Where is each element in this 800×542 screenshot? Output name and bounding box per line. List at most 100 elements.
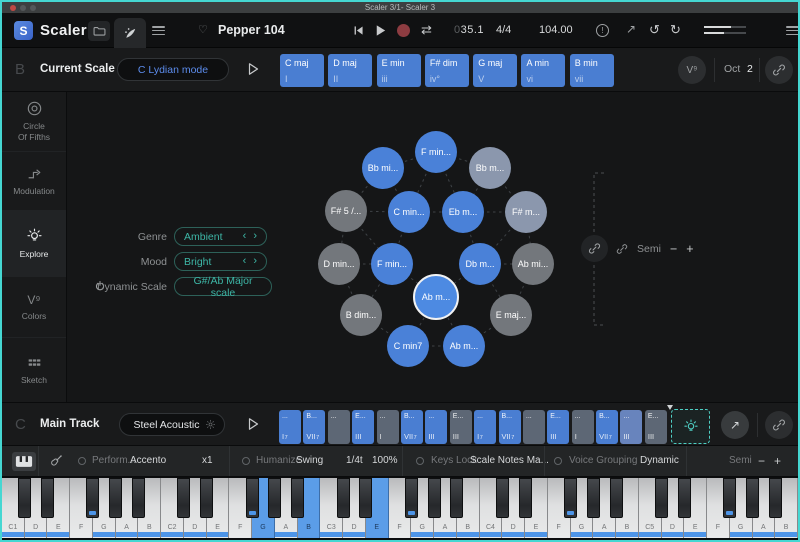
piano-black-key[interactable] xyxy=(86,478,99,518)
track-chord-slot[interactable]: B...VII7 xyxy=(303,410,325,444)
close-window-icon[interactable] xyxy=(10,5,16,11)
sidebar-item-colors[interactable]: V⁹ Colors xyxy=(2,277,66,338)
track-chord-slot[interactable]: B...VII7 xyxy=(596,410,618,444)
keys-lock-value[interactable]: Scale Notes Ma... xyxy=(470,446,549,476)
semi-plus-button[interactable]: + xyxy=(686,242,693,256)
track-chord-slot[interactable]: ...III xyxy=(425,410,447,444)
track-chord-slot[interactable]: E...III xyxy=(645,410,667,444)
scale-name-input[interactable]: C Lydian mode xyxy=(117,58,229,81)
track-chord-slot[interactable]: ...I xyxy=(572,410,594,444)
chord-node[interactable]: B dim... xyxy=(340,294,382,336)
humanize-amount[interactable]: 100% xyxy=(372,446,398,476)
chord-node[interactable]: Ab mi... xyxy=(512,243,554,285)
track-chord-slot[interactable]: E...III xyxy=(547,410,569,444)
genre-prev-icon[interactable]: ‹ xyxy=(243,228,247,245)
genre-select[interactable]: Ambient ‹ › xyxy=(174,227,267,246)
chord-node[interactable]: F min... xyxy=(415,131,457,173)
mood-prev-icon[interactable]: ‹ xyxy=(243,253,247,270)
piano-black-key[interactable] xyxy=(769,478,782,518)
perform-mult[interactable]: x1 xyxy=(202,446,213,476)
voice-grouping-value[interactable]: Dynamic xyxy=(640,446,679,476)
record-button[interactable] xyxy=(397,24,410,37)
sidebar-item-sketch[interactable]: Sketch xyxy=(2,338,66,401)
piano-black-key[interactable] xyxy=(564,478,577,518)
track-play-button[interactable] xyxy=(245,416,261,432)
track-chord-slot[interactable]: ...I7 xyxy=(279,410,301,444)
undo-button[interactable]: ↺ xyxy=(649,22,660,38)
settings-menu-icon[interactable] xyxy=(786,26,799,35)
scale-chord-button[interactable]: C majI xyxy=(280,54,324,87)
piano-black-key[interactable] xyxy=(496,478,509,518)
chord-node[interactable]: Db m... xyxy=(459,243,501,285)
info-icon[interactable]: ! xyxy=(596,24,609,37)
piano-black-key[interactable] xyxy=(18,478,31,518)
scale-chord-button[interactable]: G majV xyxy=(473,54,517,87)
piano-black-key[interactable] xyxy=(337,478,350,518)
scale-link-button[interactable] xyxy=(765,56,793,84)
piano-black-key[interactable] xyxy=(587,478,600,518)
voice-grouping-toggle[interactable] xyxy=(554,457,562,465)
piano-black-key[interactable] xyxy=(450,478,463,518)
piano-black-key[interactable] xyxy=(291,478,304,518)
zoom-window-icon[interactable] xyxy=(30,5,36,11)
mood-next-icon[interactable]: › xyxy=(253,253,257,270)
piano-black-key[interactable] xyxy=(405,478,418,518)
main-menu-icon[interactable] xyxy=(152,26,165,35)
chord-node[interactable]: D min... xyxy=(318,243,360,285)
track-chord-slot[interactable]: ...I7 xyxy=(474,410,496,444)
piano-black-key[interactable] xyxy=(678,478,691,518)
track-chord-slot[interactable]: B...VII7 xyxy=(401,410,423,444)
track-chord-slot[interactable]: B...VII7 xyxy=(499,410,521,444)
explore-link-button[interactable] xyxy=(581,235,608,262)
piano-black-key[interactable] xyxy=(41,478,54,518)
session-tab[interactable] xyxy=(114,18,146,48)
track-chord-slot[interactable]: E...III xyxy=(450,410,472,444)
humanize-toggle[interactable] xyxy=(242,457,250,465)
skip-back-button[interactable] xyxy=(352,24,365,37)
redo-button[interactable]: ↻ xyxy=(670,22,681,38)
browser-button[interactable] xyxy=(88,21,110,41)
drag-midi-button[interactable]: ↗ xyxy=(721,411,749,439)
dynamic-scale-select[interactable]: G#/Ab Major scale xyxy=(174,277,272,296)
track-chord-slot[interactable]: ... xyxy=(523,410,545,444)
semi-minus-button[interactable]: − xyxy=(670,242,677,256)
scale-chord-button[interactable]: A minvi xyxy=(521,54,565,87)
tempo-display[interactable]: 104.00 xyxy=(539,24,573,36)
piano-black-key[interactable] xyxy=(109,478,122,518)
voicing-button[interactable]: V⁹ xyxy=(678,56,706,84)
sidebar-item-circle-of-fifths[interactable]: Circle Of Fifths xyxy=(2,92,66,152)
keyboard-view-button[interactable] xyxy=(12,452,36,471)
piano-black-key[interactable] xyxy=(610,478,623,518)
piano-black-key[interactable] xyxy=(519,478,532,518)
chord-node[interactable]: C min... xyxy=(388,191,430,233)
suggest-chord-slot[interactable] xyxy=(671,409,710,444)
piano-black-key[interactable] xyxy=(177,478,190,518)
sidebar-item-modulation[interactable]: Modulation xyxy=(2,152,66,211)
humanize-value[interactable]: Swing xyxy=(296,446,323,476)
piano-black-key[interactable] xyxy=(246,478,259,518)
piano-black-key[interactable] xyxy=(268,478,281,518)
kb-semi-plus-button[interactable]: + xyxy=(774,446,781,476)
instrument-select[interactable]: Steel Acoustic xyxy=(119,413,225,436)
loop-button[interactable]: ⇄ xyxy=(421,22,432,38)
gear-icon[interactable] xyxy=(205,419,216,430)
minimize-window-icon[interactable] xyxy=(20,5,26,11)
kb-semi-minus-button[interactable]: − xyxy=(758,446,765,476)
humanize-label[interactable]: Humanize xyxy=(256,446,301,476)
volume-sliders[interactable] xyxy=(704,26,746,37)
track-chord-slot[interactable]: ...I xyxy=(377,410,399,444)
perform-toggle[interactable] xyxy=(78,457,86,465)
guitar-icon[interactable] xyxy=(48,454,63,469)
chord-node[interactable]: F# 5 /... xyxy=(325,190,367,232)
track-chord-slot[interactable]: ... xyxy=(328,410,350,444)
chord-node[interactable]: F min... xyxy=(371,243,413,285)
scale-chord-button[interactable]: D majII xyxy=(328,54,372,87)
piano-black-key[interactable] xyxy=(359,478,372,518)
humanize-rate[interactable]: 1/4t xyxy=(346,446,363,476)
favorite-heart-icon[interactable]: ♡ xyxy=(198,24,208,37)
scale-chord-button[interactable]: F# dimiv° xyxy=(425,54,469,87)
chord-node[interactable]: Eb m... xyxy=(442,191,484,233)
piano-black-key[interactable] xyxy=(428,478,441,518)
play-button[interactable] xyxy=(373,23,388,38)
chord-node[interactable]: C min7 xyxy=(387,325,429,367)
